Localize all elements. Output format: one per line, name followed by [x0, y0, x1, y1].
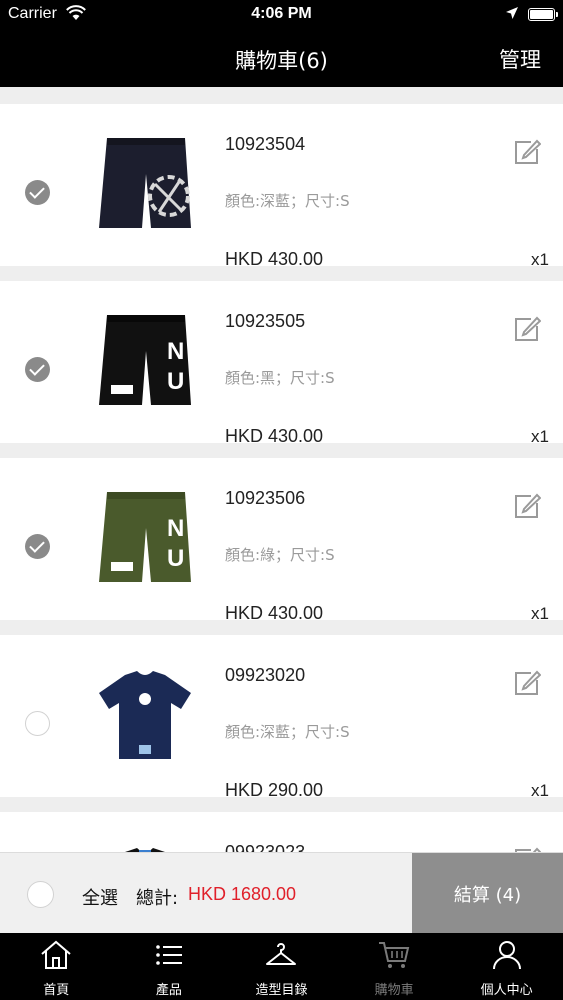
checkout-button[interactable]: 結算 (4) — [412, 853, 563, 934]
page-title: 購物車(6) — [235, 49, 328, 73]
svg-text:U: U — [167, 545, 184, 572]
item-sku: 10923506 — [225, 488, 306, 508]
home-icon — [41, 940, 71, 969]
item-sku: 10923505 — [225, 311, 306, 331]
item-attributes: 顏色:深藍；尺寸:S — [225, 192, 350, 210]
cart-item[interactable]: N U 10923505 顏色:黑；尺寸:S HKD 430.00 x1 — [0, 281, 563, 446]
item-price: HKD 290.00 — [225, 780, 324, 800]
tab-products[interactable]: 產品 — [113, 933, 226, 1000]
list-icon — [156, 945, 182, 965]
battery-icon — [528, 8, 558, 21]
tab-label: 首頁 — [43, 983, 70, 998]
svg-text:N: N — [167, 515, 184, 542]
checkout-bar: 全選 總計: HKD 1680.00 結算 (4) — [0, 852, 563, 934]
item-select-checkbox[interactable] — [25, 357, 50, 382]
product-image[interactable] — [90, 836, 200, 852]
user-icon — [492, 941, 521, 970]
item-price: HKD 430.00 — [225, 249, 324, 269]
edit-icon[interactable] — [513, 138, 541, 166]
product-image[interactable]: N U — [90, 482, 200, 594]
product-image[interactable] — [90, 659, 200, 771]
item-select-checkbox[interactable] — [25, 180, 50, 205]
tab-label: 產品 — [155, 983, 182, 998]
cart-item[interactable]: 09923020 顏色:深藍；尺寸:S HKD 290.00 x1 — [0, 635, 563, 800]
cart-list[interactable]: 10923504 顏色:深藍；尺寸:S HKD 430.00 x1 N U 10… — [0, 87, 563, 852]
item-price: HKD 430.00 — [225, 426, 324, 446]
tab-label: 購物車 — [374, 983, 414, 998]
edit-icon[interactable] — [513, 669, 541, 697]
tab-bar: 首頁 產品 造型目錄 購物車 個人中心 — [0, 933, 563, 1000]
select-all-checkbox[interactable] — [27, 881, 54, 908]
edit-icon[interactable] — [513, 315, 541, 343]
shorts-image: N U — [99, 315, 191, 405]
clock: 4:06 PM — [251, 5, 312, 22]
product-image[interactable] — [90, 128, 200, 240]
hanger-icon — [266, 943, 297, 965]
item-attributes: 顏色:深藍；尺寸:S — [225, 723, 350, 741]
item-quantity: x1 — [531, 604, 549, 623]
item-sku: 09923020 — [225, 665, 306, 685]
tab-profile[interactable]: 個人中心 — [450, 933, 563, 1000]
tshirt-image — [125, 848, 165, 852]
tab-cart[interactable]: 購物車 — [338, 933, 451, 1000]
cart-item[interactable]: 10923504 顏色:深藍；尺寸:S HKD 430.00 x1 — [0, 104, 563, 269]
cart-icon — [379, 942, 410, 968]
shorts-image — [99, 138, 191, 228]
shorts-image: N U — [99, 492, 191, 582]
total-label: 總計: — [136, 888, 179, 909]
item-select-checkbox[interactable] — [25, 711, 50, 736]
cart-item[interactable]: N U 10923506 顏色:綠；尺寸:S HKD 430.00 x1 — [0, 458, 563, 623]
item-quantity: x1 — [531, 427, 549, 446]
location-arrow-icon — [506, 7, 518, 19]
select-all-label[interactable]: 全選 — [82, 884, 118, 910]
tshirt-image — [99, 671, 191, 759]
item-sku: 09923023 — [225, 842, 306, 852]
total-amount: HKD 1680.00 — [188, 884, 297, 904]
tab-label: 個人中心 — [480, 983, 533, 998]
edit-icon[interactable] — [513, 492, 541, 520]
item-quantity: x1 — [531, 781, 549, 800]
item-select-checkbox[interactable] — [25, 534, 50, 559]
status-bar: Carrier 4:06 PM — [0, 0, 563, 30]
tab-style-catalog[interactable]: 造型目錄 — [225, 933, 338, 1000]
cart-item[interactable]: 09923023 — [0, 812, 563, 852]
item-attributes: 顏色:黑；尺寸:S — [225, 369, 335, 387]
item-attributes: 顏色:綠；尺寸:S — [225, 546, 335, 564]
manage-button[interactable]: 管理 — [499, 44, 541, 74]
item-sku: 10923504 — [225, 134, 306, 154]
item-quantity: x1 — [531, 250, 549, 269]
nav-bar: 購物車(6) 管理 — [0, 30, 563, 87]
product-image[interactable]: N U — [90, 305, 200, 417]
svg-text:U: U — [167, 368, 184, 395]
tab-label: 造型目錄 — [255, 983, 308, 998]
item-price: HKD 430.00 — [225, 603, 324, 623]
svg-text:N: N — [167, 338, 184, 365]
tab-home[interactable]: 首頁 — [0, 933, 113, 1000]
